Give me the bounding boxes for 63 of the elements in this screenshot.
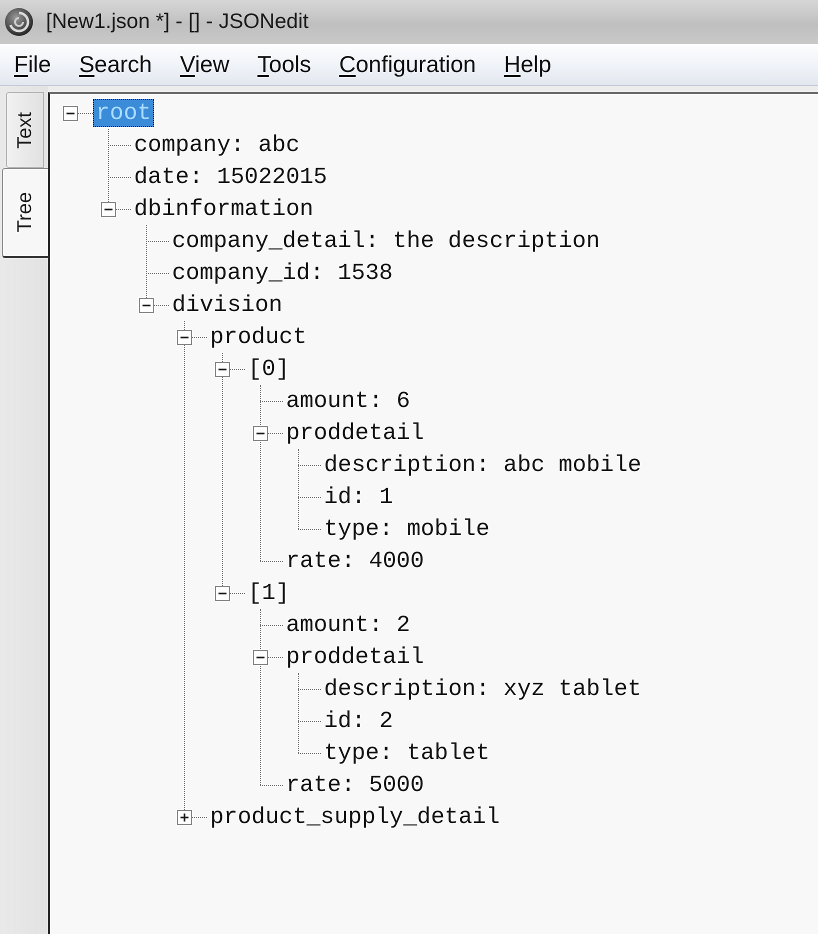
tree-node[interactable]: product_supply_detail: [207, 803, 503, 831]
tree-node[interactable]: product: [207, 323, 310, 351]
collapse-icon[interactable]: [63, 106, 78, 120]
tree-node[interactable]: description: xyz tablet: [321, 675, 644, 703]
tree-node[interactable]: rate: 4000: [283, 547, 428, 575]
connector-line: [192, 816, 207, 818]
app-logo-icon: [4, 7, 34, 37]
tree-node[interactable]: id: 1: [321, 483, 396, 511]
collapse-icon[interactable]: [253, 650, 268, 664]
menu-item[interactable]: Configuration: [325, 48, 490, 82]
connector-line: [298, 496, 321, 498]
tree-node[interactable]: company_detail: the description: [169, 227, 603, 255]
menu-item[interactable]: Tools: [243, 48, 326, 82]
tree-node[interactable]: date: 15022015: [131, 163, 330, 191]
connector-line: [230, 592, 245, 594]
connector-line: [230, 368, 245, 370]
connector-line: [268, 656, 283, 658]
collapse-icon[interactable]: [139, 298, 154, 312]
tree-node[interactable]: [0]: [245, 355, 292, 383]
connector-line: [192, 336, 207, 338]
tree-node[interactable]: type: mobile: [321, 515, 493, 543]
collapse-icon[interactable]: [215, 586, 230, 600]
connector-line: [108, 176, 131, 178]
connector-line: [298, 720, 321, 722]
connector-line: [146, 240, 169, 242]
tree-node[interactable]: company_id: 1538: [169, 259, 396, 287]
tree-node[interactable]: company: abc: [131, 131, 303, 159]
tree-node[interactable]: description: abc mobile: [321, 451, 644, 479]
tree-node[interactable]: dbinformation: [131, 195, 316, 223]
tree-node[interactable]: amount: 6: [283, 387, 414, 415]
connector-line: [260, 400, 283, 402]
connector-line: [298, 464, 321, 466]
window-title: [New1.json *] - [] - JSONedit: [46, 10, 309, 34]
tree-node[interactable]: type: tablet: [321, 739, 493, 767]
tree-node[interactable]: rate: 5000: [283, 771, 428, 799]
expand-icon[interactable]: [177, 810, 192, 824]
connector-line: [108, 144, 131, 146]
connector-line: [298, 528, 321, 530]
collapse-icon[interactable]: [177, 330, 192, 344]
connector-line: [116, 208, 131, 210]
connector-line: [298, 752, 321, 754]
connector-line: [146, 272, 169, 274]
collapse-icon[interactable]: [101, 202, 116, 216]
tab[interactable]: Text: [6, 92, 44, 168]
connector-line: [260, 624, 283, 626]
tree-node[interactable]: amount: 2: [283, 611, 414, 639]
tree-node[interactable]: proddetail: [283, 419, 428, 447]
connector-line: [260, 560, 283, 562]
connector-line: [154, 304, 169, 306]
tree-node[interactable]: id: 2: [321, 707, 396, 735]
connector-line: [260, 784, 283, 786]
menu-item[interactable]: View: [166, 48, 244, 82]
connector-line: [298, 688, 321, 690]
menu-item[interactable]: Search: [65, 48, 166, 82]
tree-node[interactable]: [1]: [245, 579, 292, 607]
tree-node[interactable]: proddetail: [283, 643, 428, 671]
connector-line: [268, 432, 283, 434]
tab[interactable]: Tree: [2, 168, 48, 258]
collapse-icon[interactable]: [215, 362, 230, 376]
tree-node[interactable]: division: [169, 291, 286, 319]
menu-item[interactable]: File: [0, 48, 66, 82]
collapse-icon[interactable]: [253, 426, 268, 440]
menu-item[interactable]: Help: [490, 48, 566, 82]
